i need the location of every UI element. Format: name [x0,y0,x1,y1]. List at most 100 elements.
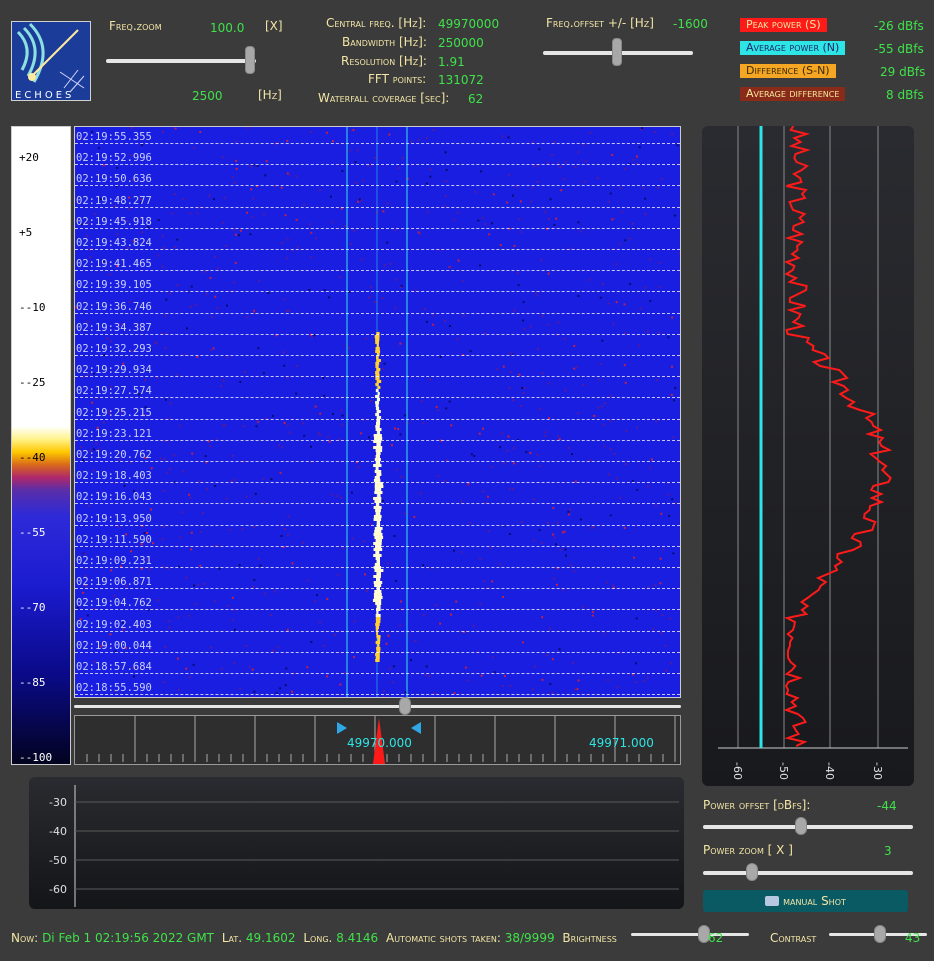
waterfall-gridline [75,567,680,568]
legend-average-power: Average power (N) [740,41,846,55]
peak-power-line [783,126,893,747]
waterfall-gridline [75,694,680,696]
shots-value: 38/9999 [504,931,555,945]
waterfall-noise [75,127,680,697]
waterfall-timestamp: 02:19:06.871 [76,576,152,589]
legend-peak-power-value: -26 dBfs [874,19,924,33]
waterfall-gridline [75,185,680,187]
waterfall-gridline [75,651,680,653]
colorbar-tick: --70 [19,601,46,614]
camera-icon [765,895,780,906]
waterfall-timestamp: 02:19:32.293 [76,343,152,355]
waterfall-gridline [75,355,680,356]
freq-offset-label: Freq.offset +/- [Hz] [546,16,654,30]
colorbar-tick: --25 [19,376,46,389]
legend-average-difference-value: 8 dBfs [886,88,924,102]
waterfall-gridline [75,461,680,462]
svg-text:ECHOES: ECHOES [15,90,74,100]
manual-shot-button[interactable]: manual Shot [703,890,908,912]
legend-difference: Difference (S-N) [740,64,836,78]
echoes-logo: ECHOES [11,21,91,101]
waterfall-timestamp: 02:19:09.231 [76,555,152,567]
waterfall-timestamp: 02:19:23.121 [76,427,152,440]
waterfall-gridline [75,397,680,399]
long-label: Long. [303,931,333,945]
brightness-slider[interactable] [631,925,749,943]
waterfall-timestamp: 02:19:36.746 [76,300,152,313]
waterfall-gridline [75,418,680,420]
waterfall-gridline [75,312,680,314]
legend-difference-value: 29 dBfs [880,65,926,79]
fft-points-value: 131072 [438,73,484,87]
contrast-slider-thumb[interactable] [874,925,886,943]
freq-zoom-hz-unit: [Hz] [258,88,282,102]
bandwidth-label: Bandwidth [Hz]: [342,35,427,49]
waterfall-gridline [75,609,680,611]
power-offset-label: Power offset [dBfs]: [703,798,811,812]
power-offset-value: -44 [877,799,897,813]
waterfall-gridline [75,143,680,144]
waterfall-timestamp: 02:18:55.590 [76,682,152,695]
waterfall-timestamp: 02:19:45.918 [76,215,152,228]
power-zoom-slider[interactable] [703,863,913,881]
waterfall-gridline [75,164,680,166]
central-freq-label: Central freq. [Hz]: [326,16,427,30]
colorbar-tick: --55 [19,526,46,539]
legend-average-difference: Average difference [740,87,846,101]
brightness-value: 62 [708,931,724,945]
freq-zoom-slider[interactable] [106,46,256,74]
waterfall-timestamp: 02:19:11.590 [76,533,152,546]
waterfall-gridline [75,439,680,441]
power-tick: -50 [777,762,790,780]
power-tick: -60 [731,762,744,780]
lower-plot-tick: -40 [49,825,67,838]
resolution-label: Resolution [Hz]: [341,54,427,68]
waterfall-timestamp: 02:19:48.277 [76,194,152,207]
waterfall-timestamp: 02:19:29.934 [76,364,152,377]
power-plot: -60 -50 -40 -30 [702,126,914,786]
waterfall-coverage-label: Waterfall coverage [sec]: [318,91,450,105]
shots-label: Automatic shots taken: [386,931,501,945]
colorbar-tick: +5 [19,226,33,239]
freq-zoom-label: Freq.zoom [109,19,162,33]
waterfall-gridline [75,545,680,547]
waterfall-timestamp: 02:19:25.215 [76,406,152,419]
power-zoom-slider-thumb[interactable] [746,863,758,881]
waterfall-timestamp: 02:19:52.996 [76,152,152,165]
waterfall-gridline [75,333,680,335]
waterfall-scroll-slider[interactable] [74,697,681,715]
colorbar-tick: --10 [19,301,46,314]
freq-offset-slider[interactable] [543,38,693,66]
bandwidth-value: 250000 [438,36,484,50]
radio-antenna-icon: ECHOES [15,22,85,100]
waterfall-timestamp: 02:19:43.824 [76,237,152,249]
freq-zoom-hz-value: 2500 [192,89,223,103]
legend-peak-power: Peak power (S) [740,18,827,32]
waterfall-gridline [75,227,680,229]
waterfall-timestamp: 02:19:39.105 [76,279,152,292]
colorbar-tick: --85 [19,676,46,689]
freq-zoom-value: 100.0 [210,21,245,35]
waterfall-gridline [75,482,680,484]
freq-offset-slider-thumb[interactable] [612,38,622,66]
freq-zoom-slider-thumb[interactable] [245,46,255,74]
now-label: Now: [11,931,39,945]
power-offset-slider[interactable] [703,817,913,835]
contrast-label: Contrast [770,931,817,945]
lat-value: 49.1602 [245,931,296,945]
waterfall-coverage-value: 62 [468,92,484,106]
waterfall-timestamp: 02:19:41.465 [76,258,152,271]
freq-zoom-unit: [X] [265,19,283,33]
lower-plot-tick: -50 [49,854,67,867]
waterfall-scroll-thumb[interactable] [399,697,411,715]
waterfall-gridline [75,376,680,378]
freq-offset-value: -1600 [673,17,708,31]
long-value: 8.4146 [336,931,379,945]
waterfall-display[interactable]: 02:19:55.355 02:19:52.996 02:19:50.636 02:1… [74,126,681,698]
waterfall-timestamp: 02:19:13.950 [76,512,152,525]
power-offset-slider-thumb[interactable] [795,817,807,835]
frequency-scale[interactable]: 49970.000 49971.000 [74,715,681,765]
now-value: Di Feb 1 02:19:56 2022 GMT [42,931,215,945]
lower-plot-tick: -30 [49,796,67,809]
waterfall-gridline [75,503,680,505]
